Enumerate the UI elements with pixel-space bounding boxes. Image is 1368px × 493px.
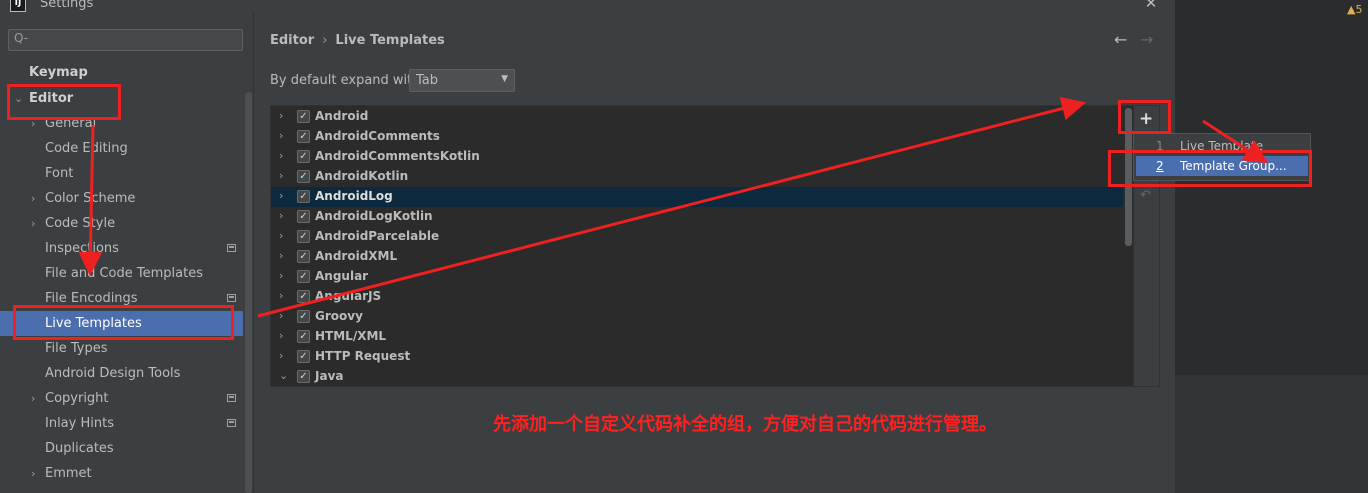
forward-arrow-icon[interactable]: → <box>1140 30 1153 49</box>
annotation-box-template-group <box>1108 150 1312 187</box>
template-group-row[interactable]: › ✓ AndroidCommentsKotlin <box>271 147 1123 167</box>
project-scope-icon <box>227 394 236 402</box>
breadcrumb: Editor › Live Templates <box>270 33 445 48</box>
undo-icon[interactable]: ↶ <box>1140 188 1151 203</box>
sidebar-item-font[interactable]: Font <box>0 161 243 186</box>
chevron-right-icon[interactable]: › <box>279 189 283 202</box>
annotation-box-add <box>1118 100 1171 134</box>
sidebar-scrollbar[interactable] <box>245 92 252 493</box>
chevron-right-icon[interactable]: › <box>279 349 283 362</box>
chevron-right-icon[interactable]: › <box>279 229 283 242</box>
template-group-row[interactable]: › ✓ Angular <box>271 267 1123 287</box>
group-checkbox[interactable]: ✓ <box>297 310 310 323</box>
sidebar-item-file-and-code-templates[interactable]: File and Code Templates <box>0 261 243 286</box>
template-group-row[interactable]: › ✓ AndroidParcelable <box>271 227 1123 247</box>
group-checkbox[interactable]: ✓ <box>297 350 310 363</box>
group-checkbox[interactable]: ✓ <box>297 190 310 203</box>
templates-tree: › ✓ Android › ✓ AndroidComments › ✓ AndroidCom… <box>270 105 1134 387</box>
settings-search-input[interactable]: Q- <box>8 29 243 51</box>
annotation-box-live-templates <box>13 305 234 340</box>
group-checkbox[interactable]: ✓ <box>297 370 310 383</box>
chevron-down-icon[interactable]: ⌄ <box>279 369 288 382</box>
annotation-text: 先添加一个自定义代码补全的组，方便对自己的代码进行管理。 <box>493 414 997 435</box>
project-scope-icon <box>227 244 236 252</box>
template-group-row[interactable]: › ✓ AndroidLogKotlin <box>271 207 1123 227</box>
app-icon: IJ <box>10 0 26 12</box>
chevron-right-icon[interactable]: › <box>279 109 283 122</box>
window-title: Settings <box>40 0 94 11</box>
chevron-right-icon[interactable]: › <box>279 329 283 342</box>
template-group-row[interactable]: › ✓ AndroidLog <box>271 187 1123 207</box>
sidebar-item-code-editing[interactable]: Code Editing <box>0 136 243 161</box>
back-arrow-icon[interactable]: ← <box>1114 30 1127 49</box>
template-group-row[interactable]: › ✓ Android <box>271 107 1123 127</box>
chevron-right-icon[interactable]: › <box>279 129 283 142</box>
sidebar-item-keymap[interactable]: Keymap <box>0 60 243 85</box>
search-icon: Q- <box>14 31 29 45</box>
template-group-row[interactable]: › ✓ HTML/XML <box>271 327 1123 347</box>
group-checkbox[interactable]: ✓ <box>297 150 310 163</box>
group-checkbox[interactable]: ✓ <box>297 210 310 223</box>
close-button[interactable]: ✕ <box>1143 0 1159 11</box>
expand-with-label: By default expand with <box>270 73 421 88</box>
sidebar-item-android-design-tools[interactable]: Android Design Tools <box>0 361 243 386</box>
sidebar-item-color-scheme[interactable]: › Color Scheme <box>0 186 243 211</box>
annotation-box-editor <box>7 84 121 120</box>
expand-with-select[interactable]: Tab ▼ <box>409 69 515 92</box>
project-scope-icon <box>227 419 236 427</box>
chevron-right-icon[interactable]: › <box>279 269 283 282</box>
chevron-right-icon[interactable]: › <box>279 289 283 302</box>
chevron-right-icon[interactable]: › <box>279 169 283 182</box>
group-checkbox[interactable]: ✓ <box>297 330 310 343</box>
chevron-right-icon: › <box>31 217 36 230</box>
chevron-right-icon[interactable]: › <box>279 149 283 162</box>
template-group-row[interactable]: › ✓ AndroidKotlin <box>271 167 1123 187</box>
editor-background <box>1175 0 1368 493</box>
chevron-down-icon: ▼ <box>501 74 508 84</box>
template-group-row[interactable]: › ✓ AngularJS <box>271 287 1123 307</box>
breadcrumb-live-templates: Live Templates <box>335 33 445 48</box>
chevron-right-icon[interactable]: › <box>279 249 283 262</box>
background-band <box>1175 375 1368 493</box>
template-group-row[interactable]: › ✓ HTTP Request <box>271 347 1123 367</box>
breadcrumb-separator: › <box>322 33 328 48</box>
chevron-right-icon: › <box>31 392 36 405</box>
sidebar-item-emmet[interactable]: › Emmet <box>0 461 243 486</box>
chevron-right-icon: › <box>31 467 36 480</box>
group-checkbox[interactable]: ✓ <box>297 110 310 123</box>
group-checkbox[interactable]: ✓ <box>297 170 310 183</box>
warning-indicator[interactable]: ▲5 <box>1347 3 1362 16</box>
sidebar-item-inlay-hints[interactable]: Inlay Hints <box>0 411 243 436</box>
template-group-row[interactable]: › ✓ Groovy <box>271 307 1123 327</box>
sidebar-item-code-style[interactable]: › Code Style <box>0 211 243 236</box>
expand-with-value: Tab <box>416 73 439 88</box>
template-group-row[interactable]: › ✓ AndroidXML <box>271 247 1123 267</box>
project-scope-icon <box>227 294 236 302</box>
template-group-row[interactable]: ⌄ ✓ Java <box>271 367 1123 386</box>
template-group-row[interactable]: › ✓ AndroidComments <box>271 127 1123 147</box>
chevron-right-icon[interactable]: › <box>279 309 283 322</box>
group-checkbox[interactable]: ✓ <box>297 270 310 283</box>
group-checkbox[interactable]: ✓ <box>297 250 310 263</box>
sidebar-item-copyright[interactable]: › Copyright <box>0 386 243 411</box>
warning-count: 5 <box>1355 3 1363 16</box>
group-checkbox[interactable]: ✓ <box>297 130 310 143</box>
title-bar: IJ Settings ✕ <box>0 0 1175 12</box>
breadcrumb-editor[interactable]: Editor <box>270 33 314 48</box>
chevron-right-icon: › <box>31 192 36 205</box>
sidebar-item-inspections[interactable]: Inspections <box>0 236 243 261</box>
chevron-right-icon[interactable]: › <box>279 209 283 222</box>
group-checkbox[interactable]: ✓ <box>297 230 310 243</box>
sidebar-item-duplicates[interactable]: Duplicates <box>0 436 243 461</box>
group-checkbox[interactable]: ✓ <box>297 290 310 303</box>
